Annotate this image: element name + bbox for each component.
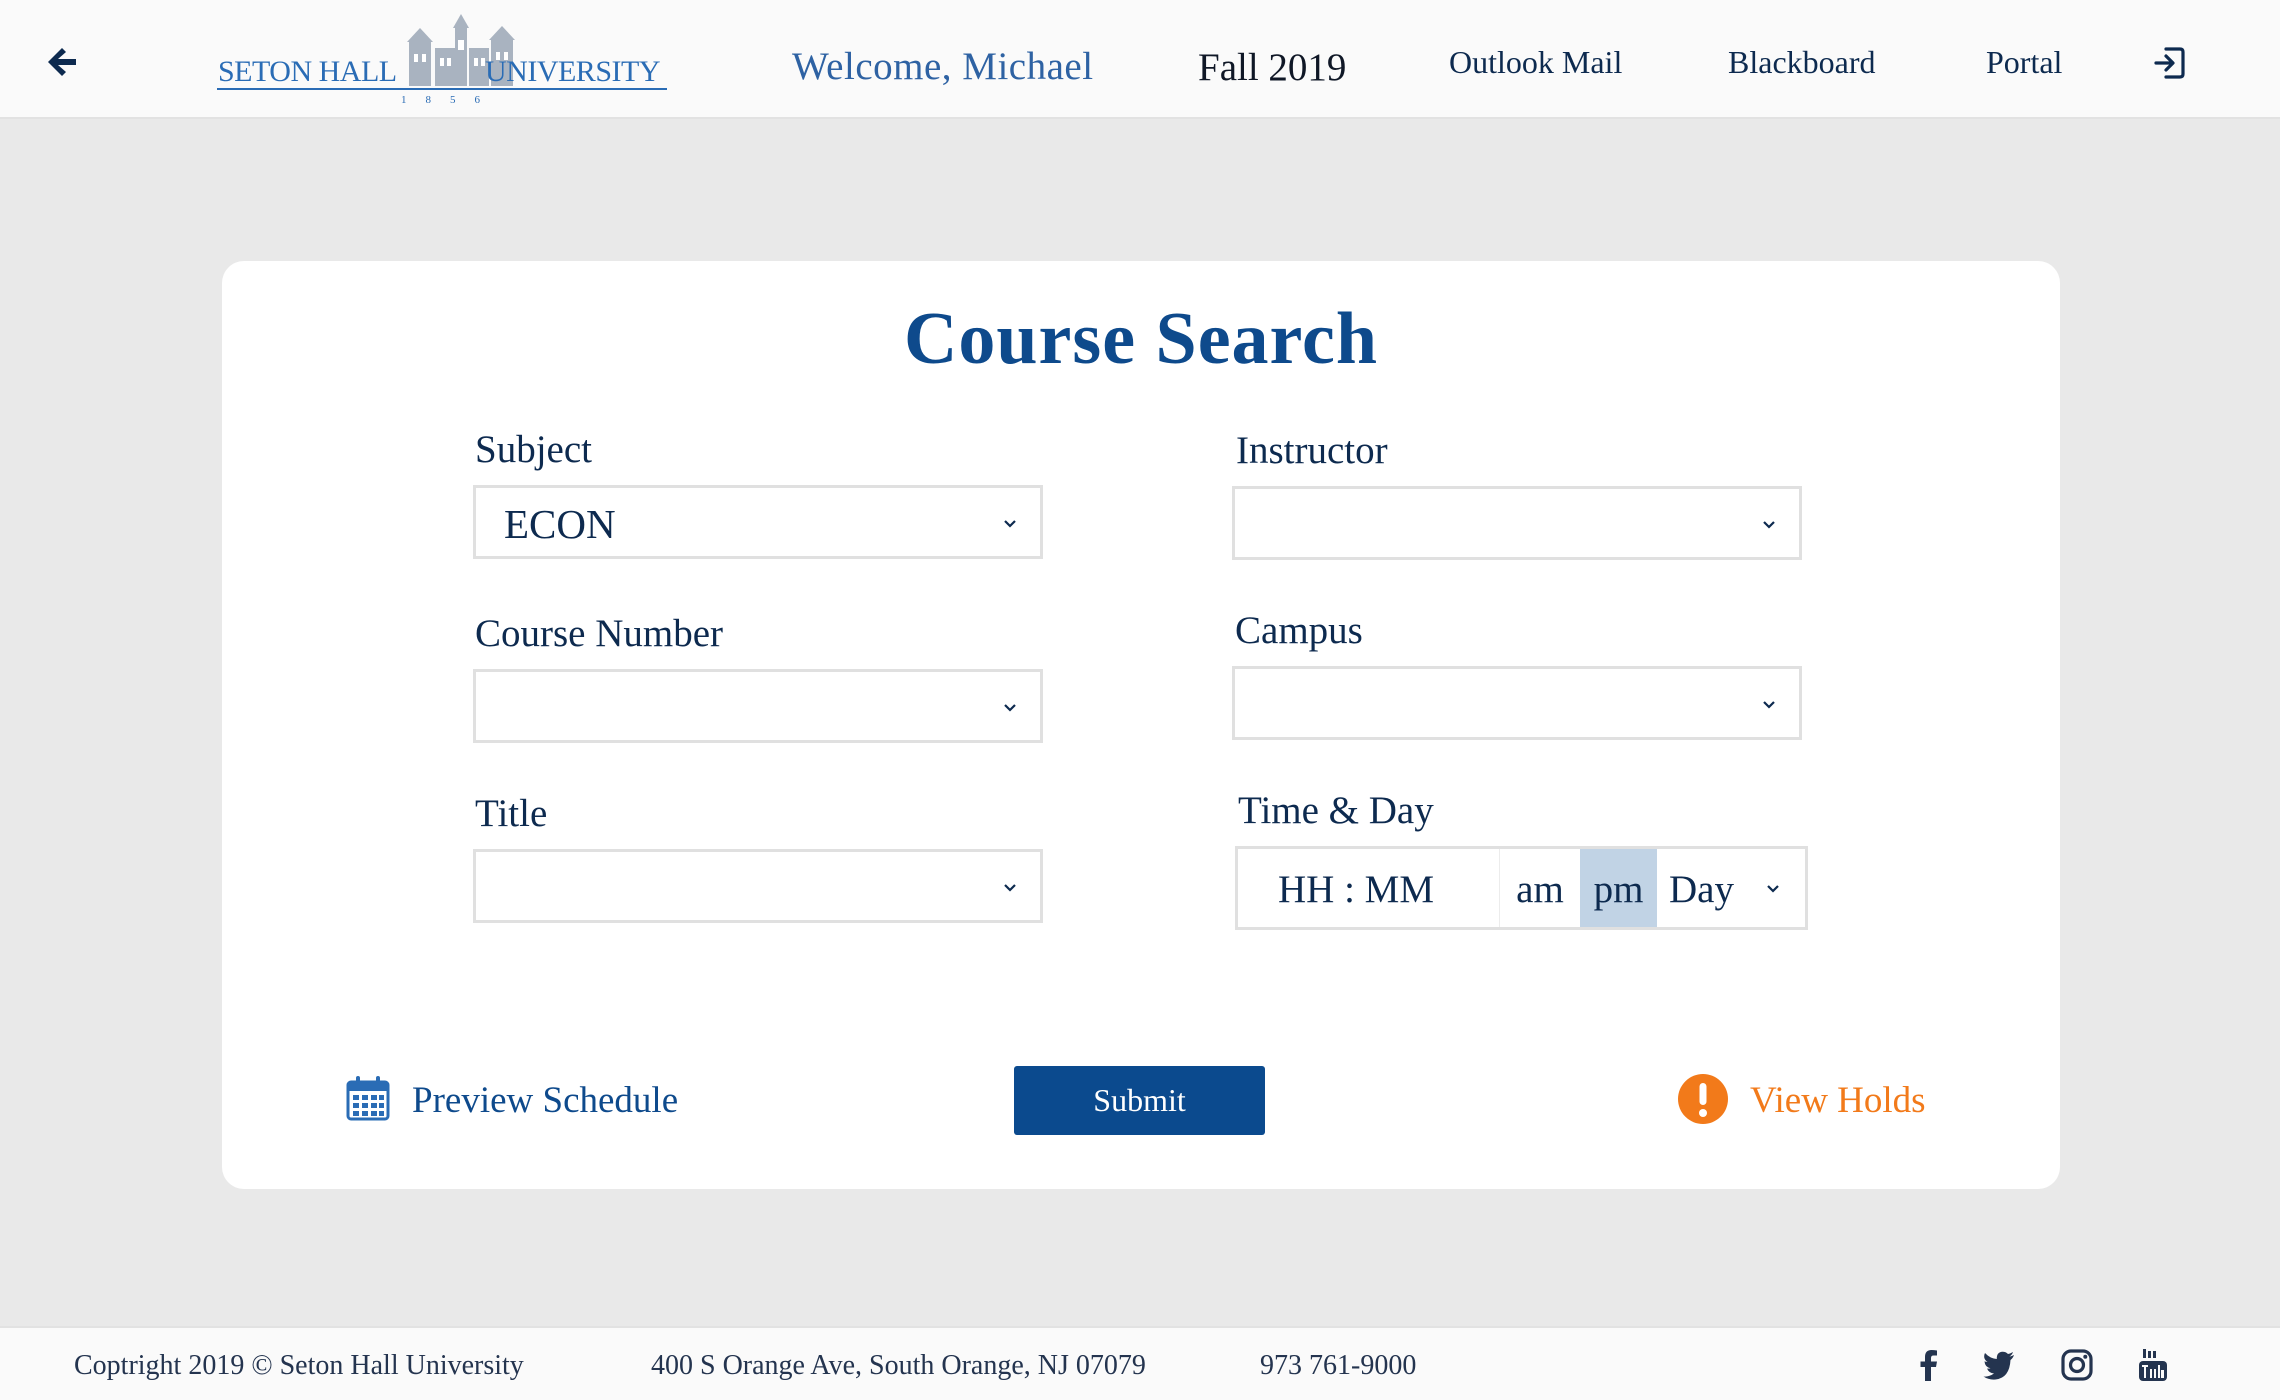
- footer-address: 400 S Orange Ave, South Orange, NJ 07079: [651, 1350, 1146, 1381]
- campus-label: Campus: [1235, 609, 1363, 652]
- instructor-label: Instructor: [1236, 429, 1388, 472]
- nav-link-blackboard[interactable]: Blackboard: [1728, 44, 1876, 81]
- footer: Coptright 2019 © Seton Hall University 4…: [0, 1326, 2280, 1400]
- sign-in-icon[interactable]: [2150, 44, 2188, 82]
- course-number-label: Course Number: [475, 612, 724, 655]
- subject-select[interactable]: ECON: [473, 485, 1043, 559]
- instagram-icon[interactable]: [2060, 1348, 2094, 1382]
- logo-year: 1856: [401, 94, 499, 106]
- chevron-down-icon: [1004, 704, 1016, 712]
- term-label: Fall 2019: [1198, 46, 1347, 89]
- day-select-label: Day: [1669, 868, 1734, 911]
- calendar-icon: [346, 1076, 390, 1121]
- logo-text-seton-hall: SETON HALL: [218, 55, 397, 88]
- time-input[interactable]: HH : MM: [1238, 849, 1500, 927]
- subject-value: ECON: [504, 501, 616, 547]
- chevron-down-icon: [1763, 701, 1775, 709]
- nav-link-portal[interactable]: Portal: [1986, 44, 2062, 81]
- footer-phone: 973 761-9000: [1260, 1350, 1417, 1381]
- title-select[interactable]: [473, 849, 1043, 923]
- youtube-icon[interactable]: [2136, 1348, 2170, 1382]
- pm-toggle[interactable]: pm: [1580, 849, 1657, 927]
- instructor-select[interactable]: [1232, 486, 1802, 560]
- nav-link-outlook-mail[interactable]: Outlook Mail: [1449, 44, 1622, 81]
- submit-button[interactable]: Submit: [1014, 1066, 1265, 1135]
- page-title: Course Search: [903, 298, 1379, 380]
- chevron-down-icon: [1763, 521, 1775, 529]
- chevron-down-icon: [1767, 885, 1779, 893]
- day-select[interactable]: Day: [1657, 849, 1805, 927]
- time-day-label: Time & Day: [1238, 789, 1434, 832]
- course-search-card: Course Search Subject ECON Instructor Co…: [222, 261, 2060, 1189]
- preview-schedule-label: Preview Schedule: [412, 1080, 679, 1121]
- twitter-icon[interactable]: [1982, 1348, 2016, 1382]
- logo-underline: [217, 88, 667, 90]
- university-logo[interactable]: SETON HALL UNIVERSITY 1856: [215, 14, 670, 110]
- chevron-down-icon: [1004, 520, 1016, 528]
- campus-select[interactable]: [1232, 666, 1802, 740]
- logo-text-university: UNIVERSITY: [485, 55, 661, 88]
- exclamation-alert-icon: [1678, 1074, 1728, 1124]
- time-day-group: HH : MM am pm Day: [1235, 846, 1808, 930]
- chevron-down-icon: [1004, 884, 1016, 892]
- view-holds-label: View Holds: [1750, 1080, 1926, 1121]
- footer-copyright: Coptright 2019 © Seton Hall University: [74, 1350, 524, 1381]
- course-number-select[interactable]: [473, 669, 1043, 743]
- welcome-message: Welcome, Michael: [792, 45, 1094, 88]
- am-toggle[interactable]: am: [1500, 849, 1580, 927]
- title-label: Title: [475, 792, 548, 835]
- subject-label: Subject: [475, 428, 592, 471]
- back-arrow-icon[interactable]: [40, 40, 84, 84]
- facebook-icon[interactable]: [1912, 1348, 1946, 1382]
- top-header: SETON HALL UNIVERSITY 1856 Welcome, Mich…: [0, 0, 2280, 119]
